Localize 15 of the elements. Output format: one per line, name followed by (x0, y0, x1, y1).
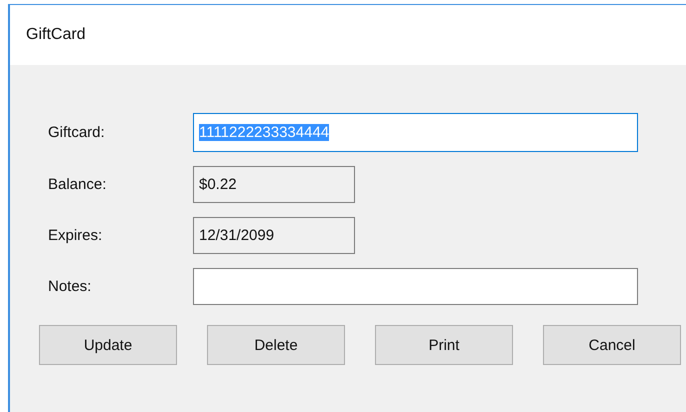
field-label: Expires: (48, 227, 104, 244)
input-field[interactable] (193, 268, 638, 305)
dialog-button[interactable]: Update (39, 325, 177, 365)
window-title: GiftCard (26, 26, 86, 44)
field-label: Balance: (48, 176, 108, 193)
dialog-button[interactable]: Delete (207, 325, 345, 365)
field-label: Giftcard: (48, 124, 106, 141)
dialog-button[interactable]: Cancel (543, 325, 681, 365)
field-value: 1111222233334444 (199, 124, 330, 141)
field-label: Notes: (48, 278, 92, 295)
field-value: 12/31/2099 (199, 227, 274, 244)
input-field[interactable]: $0.22 (193, 166, 355, 203)
field-value: $0.22 (199, 176, 237, 193)
input-field[interactable]: 12/31/2099 (193, 217, 355, 254)
dialog-button[interactable]: Print (375, 325, 513, 365)
